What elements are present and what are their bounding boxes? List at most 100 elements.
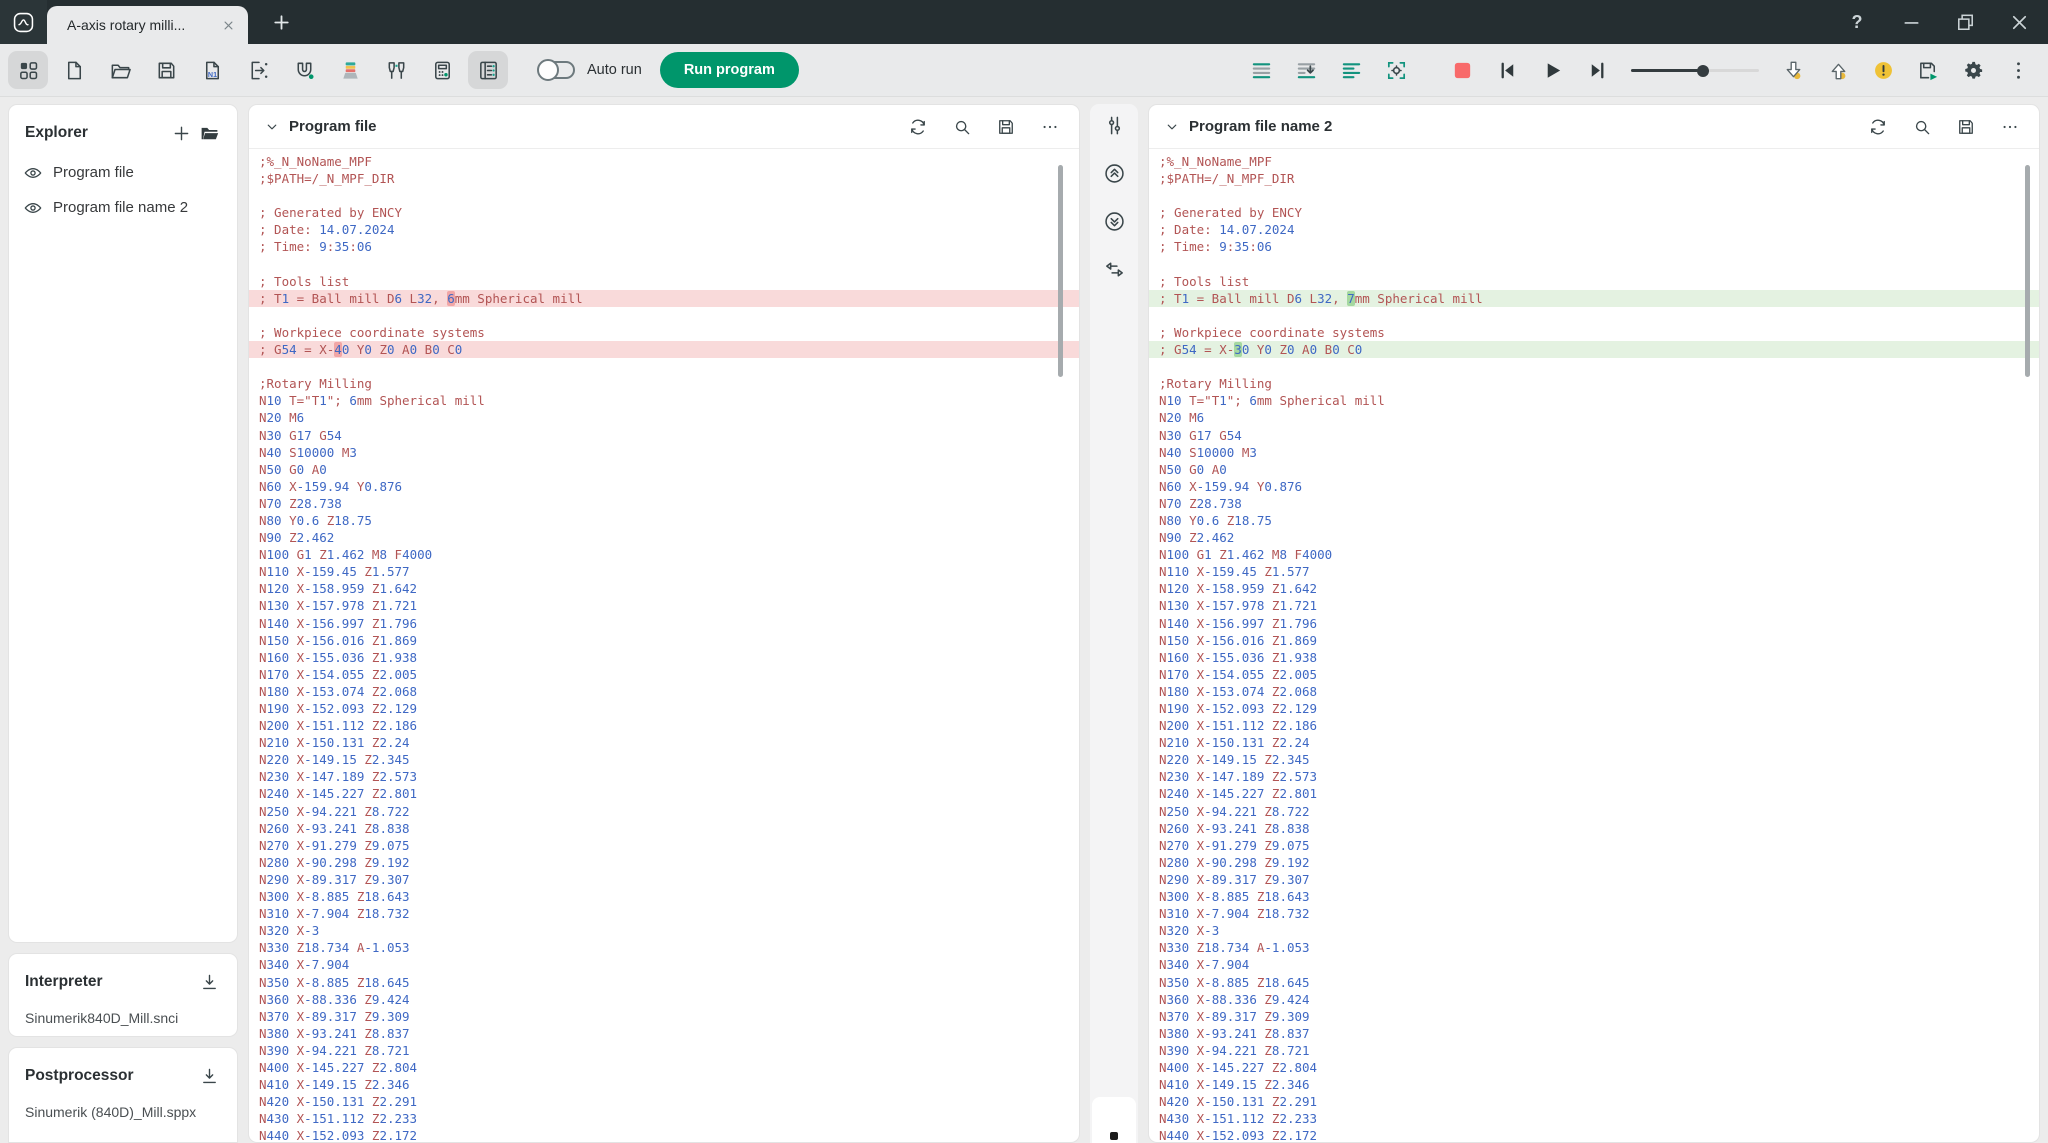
tab-close-icon[interactable]	[218, 15, 238, 35]
code-line[interactable]: N200 X-151.112 Z2.186	[249, 717, 1079, 734]
code-line[interactable]: N410 X-149.15 Z2.346	[1149, 1076, 2039, 1093]
skip-start-button[interactable]	[1487, 51, 1527, 89]
eye-icon[interactable]	[23, 198, 43, 218]
code-line[interactable]: ;Rotary Milling	[249, 375, 1079, 392]
editor-view-button[interactable]	[468, 51, 508, 89]
code-line[interactable]: N270 X-91.279 Z9.075	[1149, 837, 2039, 854]
collapse-panel-button[interactable]	[1159, 114, 1185, 140]
save-button[interactable]	[1951, 112, 1981, 142]
swap-button[interactable]	[1095, 250, 1133, 288]
code-line[interactable]: N60 X-159.94 Y0.876	[249, 478, 1079, 495]
code-line[interactable]: N190 X-152.093 Z2.129	[1149, 700, 2039, 717]
skip-end-button[interactable]	[1577, 51, 1617, 89]
search-button[interactable]	[947, 112, 977, 142]
code-line[interactable]: N430 X-151.112 Z2.233	[1149, 1110, 2039, 1127]
renumber-button[interactable]: N1	[192, 51, 232, 89]
code-line[interactable]: N270 X-91.279 Z9.075	[249, 837, 1079, 854]
code-line[interactable]: N420 X-150.131 Z2.291	[1149, 1093, 2039, 1110]
code-line[interactable]: N380 X-93.241 Z8.837	[1149, 1025, 2039, 1042]
divider-drag-dot[interactable]	[1110, 1132, 1118, 1140]
code-line[interactable]: N140 X-156.997 Z1.796	[249, 615, 1079, 632]
explorer-item[interactable]: Program file	[9, 155, 237, 190]
code-line[interactable]: N160 X-155.036 Z1.938	[249, 649, 1079, 666]
code-line[interactable]: N260 X-93.241 Z8.838	[1149, 820, 2039, 837]
code-line[interactable]: N210 X-150.131 Z2.24	[1149, 734, 2039, 751]
code-line[interactable]: N110 X-159.45 Z1.577	[1149, 563, 2039, 580]
code-line[interactable]	[1149, 187, 2039, 204]
code-line[interactable]: N130 X-157.978 Z1.721	[1149, 597, 2039, 614]
layers-button[interactable]	[330, 51, 370, 89]
code-line[interactable]: N120 X-158.959 Z1.642	[249, 580, 1079, 597]
code-line[interactable]: N430 X-151.112 Z2.233	[249, 1110, 1079, 1127]
code-line[interactable]: N10 T="T1"; 6mm Spherical mill	[1149, 392, 2039, 409]
code-line[interactable]: N180 X-153.074 Z2.068	[1149, 683, 2039, 700]
code-line[interactable]: N340 X-7.904	[1149, 956, 2039, 973]
code-line-diff[interactable]: ; G54 = X-40 Y0 Z0 A0 B0 C0	[249, 341, 1079, 359]
code-line[interactable]: N350 X-8.885 Z18.645	[249, 974, 1079, 991]
code-line[interactable]: N300 X-8.885 Z18.643	[249, 888, 1079, 905]
slider-knob[interactable]	[1696, 64, 1709, 77]
code-line[interactable]: N100 G1 Z1.462 M8 F4000	[1149, 546, 2039, 563]
tools-button[interactable]	[376, 51, 416, 89]
code-line[interactable]: N290 X-89.317 Z9.307	[1149, 871, 2039, 888]
interpreter-download-button[interactable]	[195, 968, 223, 996]
code-line[interactable]: ;%_N_NoName_MPF	[249, 153, 1079, 170]
code-line[interactable]: N90 Z2.462	[249, 529, 1079, 546]
code-line[interactable]: N100 G1 Z1.462 M8 F4000	[249, 546, 1079, 563]
code-line[interactable]: ;$PATH=/_N_MPF_DIR	[1149, 170, 2039, 187]
tune-button[interactable]	[1095, 106, 1133, 144]
code-line[interactable]: N60 X-159.94 Y0.876	[1149, 478, 2039, 495]
eye-icon[interactable]	[23, 163, 43, 183]
goto-line-button[interactable]	[1286, 51, 1326, 89]
code-line[interactable]: ; Generated by ENCY	[249, 204, 1079, 221]
code-scrollbar[interactable]	[2025, 165, 2030, 377]
code-line[interactable]: ;Rotary Milling	[1149, 375, 2039, 392]
code-line[interactable]: ; Time: 9:35:06	[1149, 238, 2039, 255]
code-line[interactable]: N150 X-156.016 Z1.869	[1149, 632, 2039, 649]
collapse-down-button[interactable]	[1095, 202, 1133, 240]
stop-button[interactable]	[1442, 51, 1482, 89]
code-line[interactable]: N330 Z18.734 A-1.053	[249, 939, 1079, 956]
code-line[interactable]: N320 X-3	[1149, 922, 2039, 939]
code-editor[interactable]: ;%_N_NoName_MPF ;$PATH=/_N_MPF_DIR ; Gener…	[249, 149, 1079, 1142]
code-line[interactable]: N10 T="T1"; 6mm Spherical mill	[249, 392, 1079, 409]
code-line[interactable]: ; Generated by ENCY	[1149, 204, 2039, 221]
warning-button[interactable]	[1863, 51, 1903, 89]
gear-frame-button[interactable]	[1376, 51, 1416, 89]
code-line[interactable]: N240 X-145.227 Z2.801	[1149, 785, 2039, 802]
explorer-item[interactable]: Program file name 2	[9, 190, 237, 225]
code-line[interactable]: N210 X-150.131 Z2.24	[249, 734, 1079, 751]
code-line[interactable]: N190 X-152.093 Z2.129	[249, 700, 1079, 717]
play-button[interactable]	[1532, 51, 1572, 89]
code-line[interactable]: N290 X-89.317 Z9.307	[249, 871, 1079, 888]
code-line[interactable]: N420 X-150.131 Z2.291	[249, 1093, 1079, 1110]
kebab-menu-button[interactable]	[1998, 51, 2038, 89]
code-line[interactable]: N370 X-89.317 Z9.309	[249, 1008, 1079, 1025]
run-program-button[interactable]: Run program	[659, 52, 799, 88]
code-line[interactable]: N320 X-3	[249, 922, 1079, 939]
code-line-diff[interactable]: ; T1 = Ball mill D6 L32, 7mm Spherical m…	[1149, 289, 2039, 307]
insert-file-button[interactable]	[238, 51, 278, 89]
code-line[interactable]: N310 X-7.904 Z18.732	[1149, 905, 2039, 922]
help-button[interactable]: ?	[1842, 7, 1872, 37]
code-line[interactable]: ; Time: 9:35:06	[249, 238, 1079, 255]
simulation-speed-slider[interactable]	[1631, 60, 1759, 80]
search-button[interactable]	[1907, 112, 1937, 142]
code-line[interactable]: N380 X-93.241 Z8.837	[249, 1025, 1079, 1042]
code-line[interactable]: N30 G17 G54	[249, 427, 1079, 444]
code-line[interactable]: N280 X-90.298 Z9.192	[249, 854, 1079, 871]
minimize-button[interactable]	[1896, 7, 1926, 37]
code-line[interactable]: N140 X-156.997 Z1.796	[1149, 615, 2039, 632]
code-line[interactable]: N40 S10000 M3	[249, 444, 1079, 461]
home-grid-button[interactable]	[8, 51, 48, 89]
code-line[interactable]	[249, 187, 1079, 204]
calculator-button[interactable]	[422, 51, 462, 89]
code-line[interactable]: N50 G0 A0	[249, 461, 1079, 478]
settings-gear-button[interactable]	[1953, 51, 1993, 89]
code-line[interactable]: ; Date: 14.07.2024	[1149, 221, 2039, 238]
document-tab[interactable]: A-axis rotary milli...	[47, 6, 248, 44]
code-line[interactable]: N220 X-149.15 Z2.345	[249, 751, 1079, 768]
new-file-button[interactable]	[54, 51, 94, 89]
code-line[interactable]: N260 X-93.241 Z8.838	[249, 820, 1079, 837]
code-line[interactable]: N70 Z28.738	[1149, 495, 2039, 512]
